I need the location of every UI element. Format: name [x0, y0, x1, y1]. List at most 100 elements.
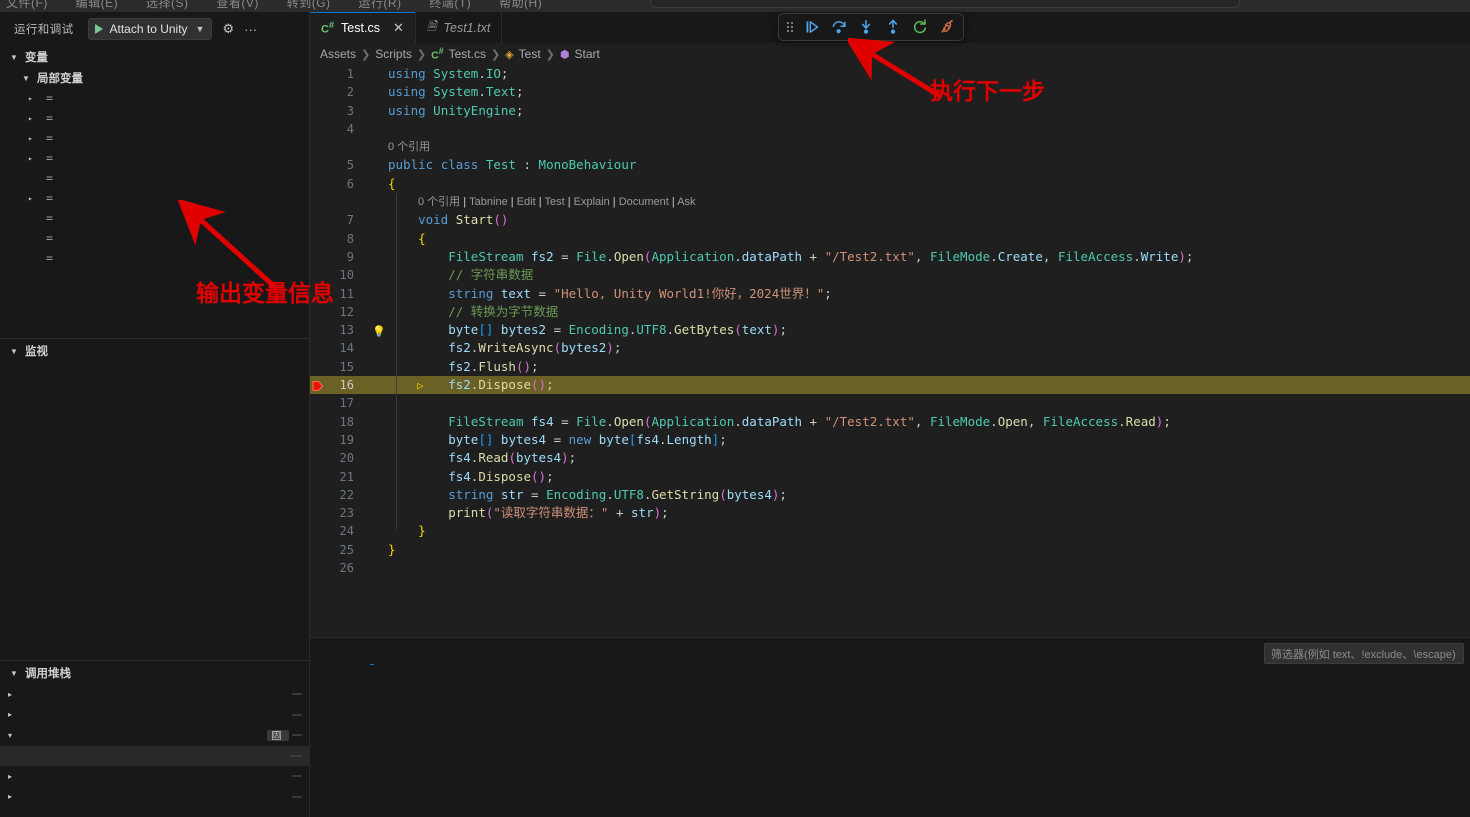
chevron-down-icon[interactable]: ▼ [8, 53, 20, 62]
code-line[interactable]: 11 string text = "Hello, Unity World1!你好… [310, 285, 1470, 303]
code-line[interactable]: 5 public class Test : MonoBehaviour [310, 156, 1470, 174]
chevron-right-icon[interactable]: ▸ [8, 690, 23, 699]
code-lens-item[interactable]: 0 个引用 [388, 141, 430, 153]
code-lens-item[interactable]: Edit [517, 196, 536, 208]
code-editor[interactable]: 1 using System.IO; 2 using System.Text; 3 usi… [310, 65, 1470, 637]
variable-row[interactable]: ▸ = [0, 108, 309, 128]
code-lens-item[interactable]: Test [544, 196, 564, 208]
variable-row[interactable]: = [0, 168, 309, 188]
code-line[interactable]: 22 string str = Encoding.UTF8.GetString(… [310, 486, 1470, 504]
thread-row[interactable]: ▸ [0, 766, 310, 787]
variables-header[interactable]: ▼ 变量 [0, 46, 309, 68]
variable-row[interactable]: ▸ = [0, 188, 309, 208]
filter-input[interactable]: 筛选器(例如 text、!exclude、\escape) [1264, 643, 1464, 664]
code-line[interactable]: 15 fs2.Flush(); [310, 358, 1470, 376]
breadcrumb-item-assets[interactable]: Assets [320, 47, 356, 61]
code-line[interactable]: 21 fs4.Dispose(); [310, 468, 1470, 486]
code-line[interactable]: 4 [310, 120, 1470, 138]
code-line[interactable]: 26 [310, 559, 1470, 577]
code-line[interactable]: 14 fs2.WriteAsync(bytes2); [310, 339, 1470, 357]
thread-row[interactable]: ▸ [0, 705, 310, 726]
breadcrumb-item-class[interactable]: Test [519, 47, 541, 61]
editor-tab-test-cs[interactable]: C# Test.cs ✕ [310, 12, 416, 43]
code-line[interactable]: 18 FileStream fs4 = File.Open(Applicatio… [310, 413, 1470, 431]
breadcrumb-item-file[interactable]: Test.cs [449, 47, 486, 61]
gear-icon[interactable]: ⚙ [222, 21, 234, 37]
variable-row[interactable]: ▸ = [0, 148, 309, 168]
close-icon[interactable]: ✕ [393, 20, 404, 36]
variable-row[interactable]: ▸ = [0, 128, 309, 148]
chevron-right-icon[interactable]: ▸ [8, 772, 23, 781]
code-line[interactable]: 7 void Start() [310, 211, 1470, 229]
chevron-right-icon[interactable]: ▸ [28, 94, 42, 103]
menu-item-select[interactable]: 选择(S) [146, 0, 189, 10]
code-lens[interactable]: 0 个引用 [310, 138, 1470, 156]
variable-row[interactable]: ▸ = [0, 88, 309, 108]
variable-row[interactable]: = [0, 208, 309, 228]
code-lens-item[interactable]: Ask [677, 196, 695, 208]
debug-toolbar[interactable] [778, 13, 964, 41]
chevron-down-icon[interactable]: ▼ [8, 669, 20, 678]
variable-row[interactable]: = [0, 228, 309, 248]
code-line[interactable]: 19 byte[] bytes4 = new byte[fs4.Length]; [310, 431, 1470, 449]
menu-item-run[interactable]: 运行(R) [358, 0, 401, 10]
launch-config-dropdown[interactable]: Attach to Unity ▼ [87, 18, 213, 40]
menu-bar[interactable]: 文件(F) 编辑(E) 选择(S) 查看(V) 转到(G) 运行(R) 终端(T… [0, 0, 1470, 12]
chevron-right-icon[interactable]: ▸ [28, 114, 42, 123]
code-line[interactable]: 17 [310, 394, 1470, 412]
step-into-icon[interactable] [858, 19, 874, 35]
start-debug-icon[interactable] [94, 24, 103, 34]
menu-items[interactable]: 文件(F) 编辑(E) 选择(S) 查看(V) 转到(G) 运行(R) 终端(T… [6, 0, 566, 11]
continue-icon[interactable] [804, 19, 820, 35]
menu-item-file[interactable]: 文件(F) [6, 0, 48, 10]
code-line[interactable]: 8 { [310, 230, 1470, 248]
menu-item-edit[interactable]: 编辑(E) [76, 0, 119, 10]
breadcrumb-item-scripts[interactable]: Scripts [375, 47, 412, 61]
chevron-right-icon[interactable]: ▸ [8, 792, 23, 801]
breakpoint-icon[interactable] [312, 379, 324, 392]
thread-row[interactable]: ▸ [0, 787, 310, 808]
watch-header[interactable]: ▼ 监视 [0, 340, 310, 362]
menu-item-terminal[interactable]: 终端(T) [429, 0, 471, 10]
step-out-icon[interactable] [885, 19, 901, 35]
call-stack-header[interactable]: ▼ 调用堆栈 [0, 662, 310, 684]
menu-item-view[interactable]: 查看(V) [216, 0, 259, 10]
code-line[interactable]: 24 } [310, 522, 1470, 540]
code-lens-item[interactable]: 0 个引用 [418, 196, 460, 208]
drag-handle-icon[interactable] [787, 22, 793, 32]
code-line[interactable]: 12 // 转换为字节数据 [310, 303, 1470, 321]
step-over-icon[interactable] [831, 19, 847, 35]
chevron-right-icon[interactable]: ▸ [8, 710, 23, 719]
restart-icon[interactable] [912, 19, 928, 35]
chevron-down-icon[interactable]: ▾ [8, 731, 23, 740]
code-line[interactable]: 23 print("读取字符串数据：" + str); [310, 504, 1470, 522]
menu-item-goto[interactable]: 转到(G) [287, 0, 331, 10]
code-line[interactable]: 6{ [310, 175, 1470, 193]
code-line[interactable]: 3 using UnityEngine; [310, 102, 1470, 120]
code-lens-item[interactable]: Tabnine [469, 196, 508, 208]
code-line[interactable]: 16 ▷ fs2.Dispose(); [310, 376, 1470, 395]
code-line[interactable]: 1 using System.IO; [310, 65, 1470, 83]
code-line[interactable]: 20 fs4.Read(bytes4); [310, 449, 1470, 467]
chevron-down-icon[interactable]: ▼ [20, 74, 32, 83]
breadcrumb-item-method[interactable]: Start [574, 47, 599, 61]
code-lens-item[interactable]: Document [619, 196, 669, 208]
code-line[interactable]: 10 // 字符串数据 [310, 266, 1470, 284]
locals-scope-header[interactable]: ▼ 局部变量 [0, 68, 309, 88]
command-center[interactable] [650, 0, 1240, 8]
debug-console-output[interactable] [310, 668, 1470, 817]
ellipsis-icon[interactable]: ··· [244, 22, 257, 37]
editor-tab-test1-txt[interactable]: 🗎 Test1.txt [415, 12, 503, 43]
code-lens[interactable]: 0 个引用 | Tabnine | Edit | Test | Explain … [310, 193, 1470, 211]
stack-frame-row[interactable] [0, 745, 310, 766]
chevron-right-icon[interactable]: ▸ [28, 194, 42, 203]
chevron-right-icon[interactable]: ▸ [28, 154, 42, 163]
chevron-down-icon[interactable]: ▼ [8, 347, 20, 356]
code-lens-item[interactable]: Explain [574, 196, 610, 208]
menu-item-help[interactable]: 帮助(H) [499, 0, 542, 10]
code-line[interactable]: 25} [310, 541, 1470, 559]
thread-row[interactable]: ▸ [0, 684, 310, 705]
chevron-right-icon[interactable]: ▸ [28, 134, 42, 143]
code-line[interactable]: 13 💡 byte[] bytes2 = Encoding.UTF8.GetByt… [310, 321, 1470, 339]
variable-row[interactable]: = [0, 248, 309, 268]
